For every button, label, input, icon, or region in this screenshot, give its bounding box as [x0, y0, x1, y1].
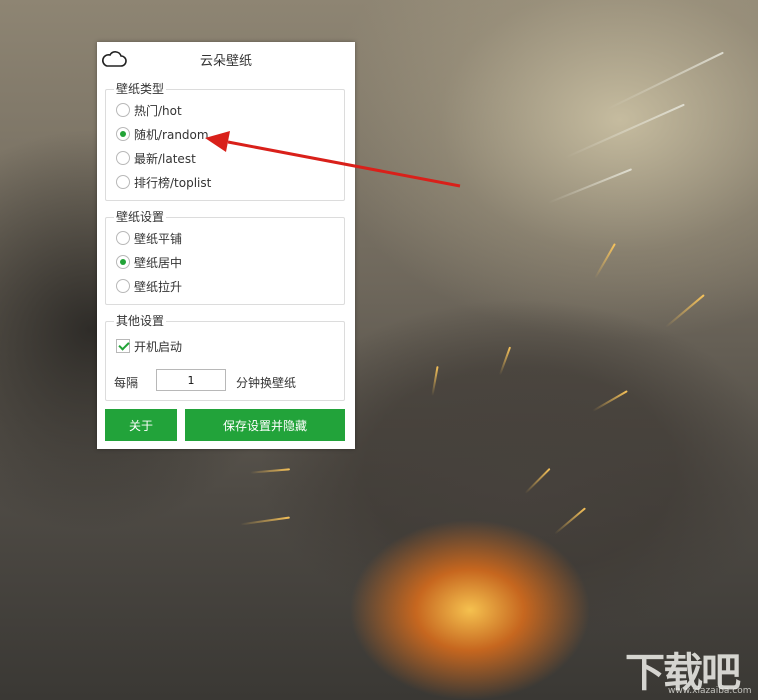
watermark-url: www.xiazaiba.com [668, 686, 752, 696]
annotation-arrow [205, 131, 461, 188]
